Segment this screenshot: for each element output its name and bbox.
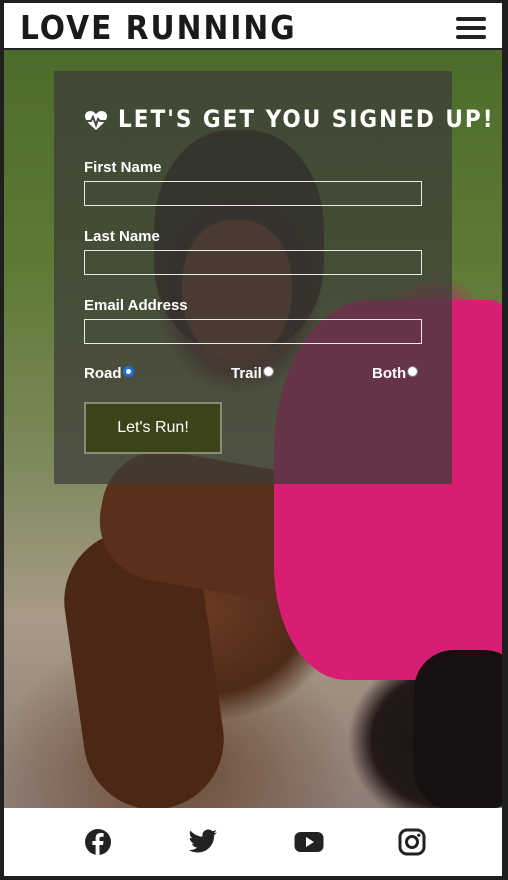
option-road-radio[interactable] (122, 366, 134, 377)
site-logo[interactable]: LOVE RUNNING (20, 9, 297, 47)
terrain-options: Road Trail Both (84, 365, 422, 385)
submit-button[interactable]: Let's Run! (84, 402, 222, 454)
option-trail-radio[interactable] (262, 366, 274, 377)
option-road[interactable]: Road (84, 365, 134, 382)
twitter-icon[interactable] (188, 828, 218, 856)
menu-icon[interactable] (456, 15, 486, 41)
option-both-label: Both (372, 365, 407, 382)
email-input[interactable] (84, 319, 422, 344)
youtube-icon[interactable] (294, 828, 324, 856)
option-trail[interactable]: Trail (231, 365, 274, 382)
option-both-radio[interactable] (407, 366, 419, 377)
option-trail-label: Trail (231, 365, 262, 382)
instagram-icon[interactable] (398, 828, 426, 856)
first-name-label: First Name (84, 159, 162, 176)
facebook-icon[interactable] (84, 828, 112, 856)
first-name-input[interactable] (84, 181, 422, 206)
form-title: LET'S GET YOU SIGNED UP! (118, 105, 495, 133)
heartbeat-icon (85, 111, 107, 130)
option-road-label: Road (84, 365, 122, 382)
email-label: Email Address (84, 297, 188, 314)
site-footer (4, 808, 502, 876)
signup-form: LET'S GET YOU SIGNED UP! First Name Last… (54, 71, 493, 484)
last-name-input[interactable] (84, 250, 422, 275)
site-header: LOVE RUNNING (4, 3, 502, 50)
last-name-label: Last Name (84, 228, 160, 245)
option-both[interactable]: Both (372, 365, 419, 382)
